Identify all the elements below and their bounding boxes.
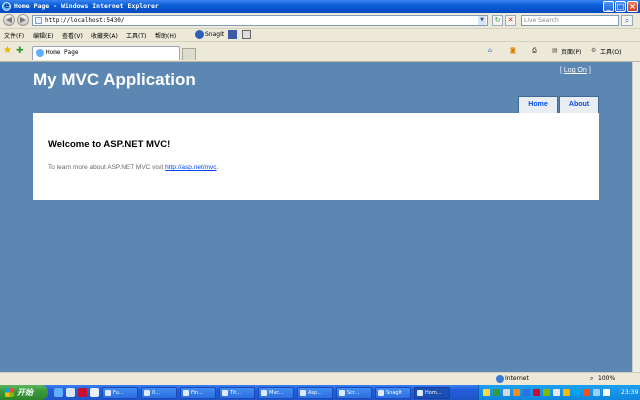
quicklaunch-ie-icon[interactable]: [54, 388, 63, 397]
snagit-window-icon[interactable]: [228, 30, 237, 39]
feeds-icon[interactable]: ◙: [510, 47, 516, 54]
snagit-button[interactable]: SnagIt: [205, 31, 224, 38]
taskbar-button[interactable]: Fin...: [180, 387, 216, 399]
window-title: Home Page - Windows Internet Explorer: [14, 2, 159, 10]
taskbar-button[interactable]: 0...: [141, 387, 177, 399]
snagit-icon: [195, 30, 204, 39]
home-icon[interactable]: ⌂: [488, 47, 492, 54]
search-icon[interactable]: ⌕: [621, 15, 633, 26]
tray-icon[interactable]: [483, 389, 490, 396]
address-url: http://localhost:5430/: [45, 17, 125, 24]
main-heading: Welcome to ASP.NET MVC!: [48, 139, 171, 150]
close-button[interactable]: ×: [627, 1, 638, 12]
tray-icon[interactable]: [513, 389, 520, 396]
tray-icon[interactable]: [583, 389, 590, 396]
taskbar-button[interactable]: Mvc...: [258, 387, 294, 399]
body-text: To learn more about ASP.NET MVC visit: [48, 164, 166, 171]
body-text-end: .: [216, 164, 219, 171]
address-dropdown-icon[interactable]: ▼: [478, 16, 486, 25]
back-button[interactable]: ◀: [3, 14, 15, 26]
tray-icon[interactable]: [493, 389, 500, 396]
taskbar-button-active[interactable]: Hom...: [414, 387, 450, 399]
internet-explorer-icon: [2, 1, 11, 11]
quicklaunch-desktop-icon[interactable]: [66, 388, 75, 397]
system-tray: [478, 385, 640, 400]
tray-icon[interactable]: [523, 389, 530, 396]
menu-file[interactable]: 文件(F): [4, 31, 24, 40]
stop-icon[interactable]: ✕: [505, 15, 516, 26]
tray-icon[interactable]: [543, 389, 550, 396]
taskbar-button[interactable]: Tit...: [219, 387, 255, 399]
favorites-star-icon[interactable]: ★: [3, 46, 12, 56]
nav-home-tab[interactable]: Home: [518, 96, 558, 113]
page-menu-icon: ▤: [552, 47, 558, 54]
maximize-button[interactable]: □: [615, 1, 626, 12]
quicklaunch-app-icon[interactable]: [90, 388, 99, 397]
refresh-icon[interactable]: ↻: [492, 15, 503, 26]
asp-net-mvc-link[interactable]: http://asp.net/mvc: [165, 164, 216, 171]
menu-favorites[interactable]: 收藏夹(A): [91, 31, 118, 40]
tray-icon[interactable]: [573, 389, 580, 396]
page-icon: [35, 17, 42, 24]
main-content-panel: [33, 113, 599, 200]
address-field[interactable]: http://localhost:5430/ ▼: [32, 15, 488, 26]
windows-logo-icon: [5, 388, 14, 397]
login-bracket-open: [: [560, 67, 562, 74]
system-clock[interactable]: 23:39: [621, 389, 638, 396]
menu-tools[interactable]: 工具(T): [126, 31, 146, 40]
address-toolbar: ◀ ▶ http://localhost:5430/ ▼ ↻ ✕ Live Se…: [0, 13, 640, 29]
tray-icon[interactable]: [503, 389, 510, 396]
menu-help[interactable]: 帮助(H): [155, 31, 176, 40]
zoom-icon: ⌕: [590, 375, 594, 382]
zoom-level[interactable]: 100%: [598, 375, 615, 382]
tray-icon[interactable]: [533, 389, 540, 396]
windows-taskbar: 开始 Fu... 0... Fin... Tit... Mvc... Asp..…: [0, 385, 640, 400]
vertical-scrollbar[interactable]: [632, 62, 640, 372]
menu-view[interactable]: 查看(V): [62, 31, 83, 40]
print-icon[interactable]: ⎙: [532, 47, 537, 55]
taskbar-button[interactable]: Asp...: [297, 387, 333, 399]
tray-icon[interactable]: [563, 389, 570, 396]
login-display: [ Log On ]: [560, 67, 591, 74]
quicklaunch-acrobat-icon[interactable]: [78, 388, 87, 397]
start-label: 开始: [17, 388, 33, 397]
start-button[interactable]: 开始: [0, 385, 48, 400]
tab-bar: ★ ✚ Home Page ⌂ ◙ ⎙ ▤ 页面(P) ⚙ 工具(O): [0, 42, 640, 62]
tools-gear-icon: ⚙: [591, 47, 597, 54]
volume-icon[interactable]: [603, 389, 610, 396]
taskbar-button[interactable]: Fu...: [102, 387, 138, 399]
taskbar-button[interactable]: Scr...: [336, 387, 372, 399]
add-favorite-icon[interactable]: ✚: [16, 47, 24, 56]
taskbar-button[interactable]: SnagIt: [375, 387, 411, 399]
new-tab-button[interactable]: [182, 48, 196, 60]
tab-home-page[interactable]: Home Page: [32, 46, 180, 60]
live-search-input[interactable]: Live Search: [521, 15, 619, 26]
site-title: My MVC Application: [33, 70, 196, 89]
tray-icon[interactable]: [553, 389, 560, 396]
tab-ie-icon: [36, 49, 44, 57]
minimize-button[interactable]: _: [603, 1, 614, 12]
page-menu-button[interactable]: 页面(P): [561, 47, 581, 56]
window-title-bar[interactable]: Home Page - Windows Internet Explorer _ …: [0, 0, 640, 13]
log-on-link[interactable]: Log On: [564, 67, 587, 74]
forward-button[interactable]: ▶: [17, 14, 29, 26]
menu-edit[interactable]: 编辑(E): [33, 31, 53, 40]
tray-icon[interactable]: [593, 389, 600, 396]
login-bracket-close: ]: [588, 67, 591, 74]
snagit-capture-icon[interactable]: [242, 30, 251, 39]
nav-about-tab[interactable]: About: [559, 96, 599, 113]
tab-label: Home Page: [46, 49, 79, 56]
internet-zone-icon: [496, 375, 504, 383]
menu-bar: 文件(F) 编辑(E) 查看(V) 收藏夹(A) 工具(T) 帮助(H) Sna…: [0, 29, 640, 42]
security-zone-label: Internet: [505, 375, 529, 382]
tools-menu-button[interactable]: 工具(O): [600, 47, 621, 56]
main-body-text: To learn more about ASP.NET MVC visit ht…: [48, 164, 218, 171]
status-bar: Internet ⌕ 100%: [0, 372, 640, 385]
